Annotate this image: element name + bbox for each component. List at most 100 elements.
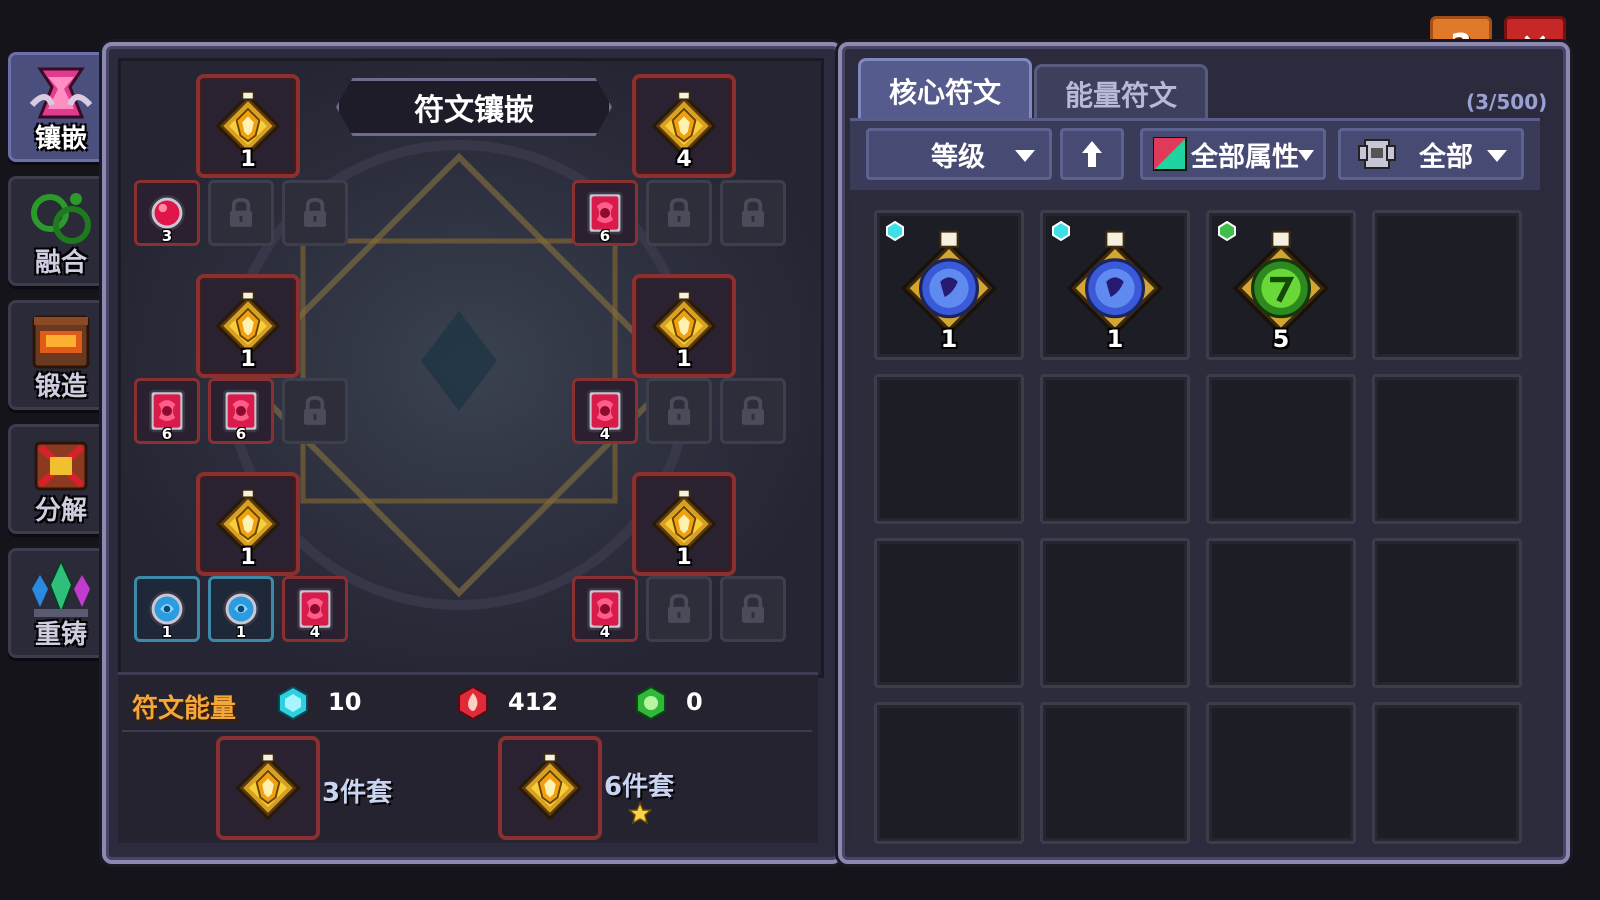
core-level: 4 xyxy=(676,147,692,172)
slot-level: 1 xyxy=(161,623,173,641)
green-energy-value: 0 xyxy=(686,688,703,716)
inventory-slot-empty[interactable] xyxy=(1372,210,1522,360)
locked-slot xyxy=(720,576,786,642)
tab-energy-runes[interactable]: 能量符文 xyxy=(1034,64,1208,124)
core-rune-icon xyxy=(230,750,306,826)
slot-level: 4 xyxy=(309,623,321,641)
locked-slot xyxy=(720,378,786,444)
sidebar-item-fuse[interactable]: 融合 xyxy=(8,176,114,286)
sidebar-item-label: 重铸 xyxy=(34,620,87,650)
locked-slot xyxy=(282,180,348,246)
inventory-slot-empty[interactable] xyxy=(874,538,1024,688)
slot-level: 6 xyxy=(235,425,247,443)
inventory-slot-empty[interactable] xyxy=(874,702,1024,844)
red-energy-icon xyxy=(458,685,488,721)
lock-icon xyxy=(219,191,263,235)
sidebar-item-label: 融合 xyxy=(34,248,87,278)
red-energy-value: 412 xyxy=(508,688,559,716)
inventory-slot-empty[interactable] xyxy=(1372,374,1522,524)
lock-icon xyxy=(657,389,701,433)
type-dropdown[interactable]: 全部 xyxy=(1338,128,1524,180)
energy-slot[interactable]: 3 xyxy=(134,180,200,246)
energy-label: 符文能量 xyxy=(132,694,237,724)
sort-dropdown[interactable]: 等级 xyxy=(866,128,1052,180)
core-level: 1 xyxy=(240,545,256,570)
sidebar-item-recast[interactable]: 重铸 xyxy=(8,548,114,658)
locked-slot xyxy=(646,378,712,444)
lock-icon xyxy=(293,191,337,235)
energy-slot[interactable]: 1 xyxy=(208,576,274,642)
inventory-slot-empty[interactable] xyxy=(1206,538,1356,688)
core-level: 1 xyxy=(676,347,692,372)
chevron-down-icon xyxy=(1015,150,1035,162)
sidebar-item-inlay[interactable]: 镶嵌 xyxy=(8,52,114,162)
inventory-slot-empty[interactable] xyxy=(874,374,1024,524)
blue-energy-value: 10 xyxy=(328,688,362,716)
locked-slot xyxy=(646,180,712,246)
core-level: 1 xyxy=(676,545,692,570)
sidebar-item-label: 锻造 xyxy=(34,372,87,402)
inventory-slot-empty[interactable] xyxy=(1206,702,1356,844)
attribute-dropdown[interactable]: 全部属性 xyxy=(1140,128,1326,180)
rune-type-icon xyxy=(1358,139,1396,169)
inventory-slot-empty[interactable] xyxy=(1206,374,1356,524)
core-slot[interactable]: 1 xyxy=(196,74,300,178)
sidebar-item-forge[interactable]: 锻造 xyxy=(8,300,114,410)
attribute-icon xyxy=(1153,137,1187,171)
rune-level: 5 xyxy=(1272,325,1290,353)
core-rune-icon xyxy=(512,750,588,826)
lock-icon xyxy=(731,389,775,433)
inventory-slot[interactable]: 5 xyxy=(1206,210,1356,360)
locked-slot xyxy=(282,378,348,444)
lock-icon xyxy=(657,587,701,631)
green-dot-icon xyxy=(1218,221,1236,241)
chevron-down-icon xyxy=(1487,150,1507,162)
core-slot[interactable]: 4 xyxy=(632,74,736,178)
slot-level: 6 xyxy=(161,425,173,443)
energy-slot[interactable]: 6 xyxy=(572,180,638,246)
energy-slot[interactable]: 6 xyxy=(208,378,274,444)
sidebar-item-decompose[interactable]: 分解 xyxy=(8,424,114,534)
energy-slot[interactable]: 1 xyxy=(134,576,200,642)
slot-level: 4 xyxy=(599,425,611,443)
rune-level: 1 xyxy=(940,325,958,353)
locked-slot xyxy=(646,576,712,642)
core-slot[interactable]: 1 xyxy=(632,472,736,576)
core-slot[interactable]: 1 xyxy=(632,274,736,378)
set-label: 3件套 xyxy=(322,778,393,808)
inventory-slot[interactable]: 1 xyxy=(1040,210,1190,360)
sort-label: 等级 xyxy=(931,141,985,173)
locked-slot xyxy=(208,180,274,246)
slot-level: 6 xyxy=(599,227,611,245)
lock-icon xyxy=(731,587,775,631)
inventory-slot-empty[interactable] xyxy=(1040,374,1190,524)
core-slot[interactable]: 1 xyxy=(196,472,300,576)
sidebar-item-label: 镶嵌 xyxy=(34,124,87,154)
energy-slot[interactable]: 4 xyxy=(572,576,638,642)
inventory-count: (3/500) xyxy=(1466,90,1548,114)
inventory-slot-empty[interactable] xyxy=(1372,538,1522,688)
cyan-dot-icon xyxy=(886,221,904,241)
inventory-slot-empty[interactable] xyxy=(1040,702,1190,844)
green-energy-icon xyxy=(636,685,666,721)
slot-level: 1 xyxy=(235,623,247,641)
inventory-slot-empty[interactable] xyxy=(1372,702,1522,844)
attribute-label: 全部属性 xyxy=(1191,141,1299,173)
sort-order-button[interactable] xyxy=(1060,128,1124,180)
page-title: 符文镶嵌 xyxy=(336,78,612,136)
set-bonus-3[interactable] xyxy=(216,736,320,840)
inventory-slot[interactable]: 1 xyxy=(874,210,1024,360)
set-label: 6件套 xyxy=(604,772,675,802)
inventory-slot-empty[interactable] xyxy=(1040,538,1190,688)
energy-slot[interactable]: 6 xyxy=(134,378,200,444)
core-slot[interactable]: 1 xyxy=(196,274,300,378)
type-label: 全部 xyxy=(1419,141,1473,173)
arrow-up-icon xyxy=(1082,141,1102,167)
energy-slot[interactable]: 4 xyxy=(572,378,638,444)
tab-core-runes[interactable]: 核心符文 xyxy=(858,58,1032,124)
set-bonus-6[interactable] xyxy=(498,736,602,840)
blue-energy-icon xyxy=(278,685,308,721)
core-level: 1 xyxy=(240,347,256,372)
energy-slot[interactable]: 4 xyxy=(282,576,348,642)
lock-icon xyxy=(293,389,337,433)
